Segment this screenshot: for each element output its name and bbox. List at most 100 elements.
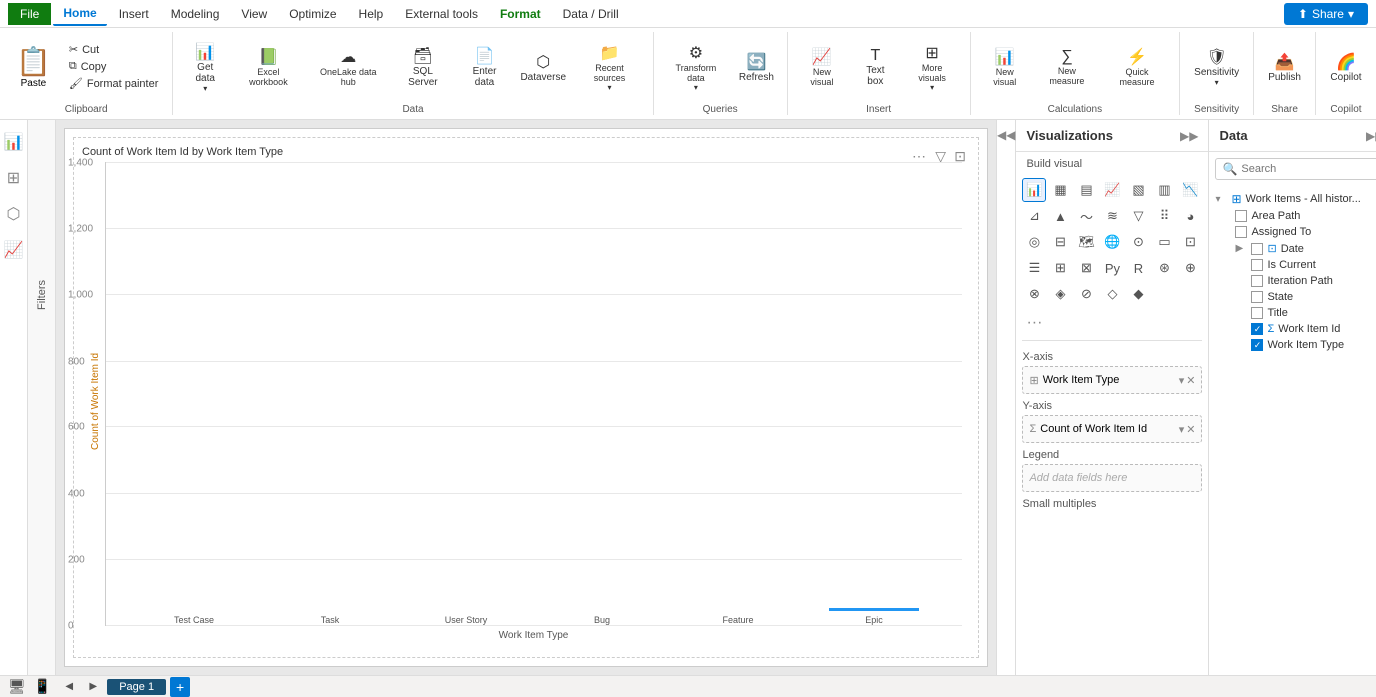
menu-modeling[interactable]: Modeling [161, 3, 230, 25]
paste-button[interactable]: 📋 Paste [8, 41, 59, 93]
tree-item-area-path[interactable]: Area Path [1215, 208, 1376, 224]
model-view-icon[interactable]: ⬡ [3, 200, 25, 228]
menu-optimize[interactable]: Optimize [279, 3, 346, 25]
mobile-view-icon[interactable]: 📱 [34, 678, 51, 695]
viz-donut-icon[interactable]: ◎ [1022, 230, 1046, 254]
viz-more4-icon[interactable]: ◇ [1100, 282, 1124, 306]
next-page-btn[interactable]: ▶ [83, 677, 103, 697]
viz-slicer-icon[interactable]: ☰ [1022, 256, 1046, 280]
quick-measure-button[interactable]: ⚡ Quick measure [1103, 43, 1171, 91]
share-button[interactable]: ⬆ Share ▾ [1284, 3, 1368, 25]
viz-ribbon-chart-icon[interactable]: 〜 [1074, 204, 1098, 228]
viz-table-icon[interactable]: ⊞ [1048, 256, 1072, 280]
viz-matrix-icon[interactable]: ⊠ [1074, 256, 1098, 280]
viz-bar-chart-icon[interactable]: 📊 [1022, 178, 1046, 202]
viz-stacked-area-icon[interactable]: ▲ [1048, 204, 1072, 228]
desktop-view-icon[interactable]: 🖥 [8, 678, 26, 695]
chart-container[interactable]: Count of Work Item Id by Work Item Type … [73, 137, 979, 658]
excel-workbook-button[interactable]: 📗 Excel workbook [233, 43, 304, 91]
viz-more-button[interactable]: ··· [1016, 310, 1208, 336]
viz-treemap-icon[interactable]: ⊟ [1048, 230, 1072, 254]
y-axis-expand-btn[interactable]: ▾ [1179, 423, 1185, 436]
add-page-button[interactable]: + [170, 677, 190, 697]
table-view-icon[interactable]: ⊞ [3, 164, 24, 192]
viz-custom4-icon[interactable]: ⊕ [1178, 256, 1202, 280]
viz-filled-map-icon[interactable]: 🌐 [1100, 230, 1124, 254]
format-painter-button[interactable]: 🖌 Format painter [63, 75, 165, 92]
menu-external-tools[interactable]: External tools [395, 3, 488, 25]
viz-collapse-left-icon[interactable]: ◀◀ [997, 128, 1015, 142]
copilot-button[interactable]: 🌈 Copilot [1324, 48, 1368, 87]
tree-checkbox-state[interactable] [1251, 291, 1263, 303]
tree-checkbox-is-current[interactable] [1251, 259, 1263, 271]
tree-checkbox-work-item-type[interactable]: ✓ [1251, 339, 1263, 351]
menu-format[interactable]: Format [490, 3, 551, 25]
x-axis-expand-btn[interactable]: ▾ [1179, 374, 1185, 387]
viz-line-chart-icon[interactable]: 📉 [1178, 178, 1202, 202]
viz-more2-icon[interactable]: ◈ [1048, 282, 1072, 306]
y-axis-box[interactable]: Σ Count of Work Item Id ▾ ✕ [1022, 415, 1202, 443]
tree-item-state[interactable]: State [1215, 289, 1376, 305]
tree-item-work-item-type[interactable]: ✓ Work Item Type [1215, 337, 1376, 353]
viz-funnel-icon[interactable]: ▽ [1126, 204, 1150, 228]
viz-card-icon[interactable]: ▭ [1152, 230, 1176, 254]
new-measure-button[interactable]: ∑ New measure [1035, 44, 1099, 90]
search-box[interactable]: 🔍 [1215, 158, 1376, 180]
menu-help[interactable]: Help [349, 3, 394, 25]
x-axis-remove-btn[interactable]: ✕ [1186, 374, 1195, 387]
cut-button[interactable]: ✂ Cut [63, 41, 165, 58]
new-visual-button[interactable]: 📈 New visual [796, 43, 848, 91]
viz-clustered-column-icon[interactable]: ▧ [1126, 178, 1150, 202]
refresh-button[interactable]: 🔄 Refresh [734, 48, 779, 87]
viz-more3-icon[interactable]: ⊘ [1074, 282, 1098, 306]
viz-custom2-icon[interactable]: R [1126, 256, 1150, 280]
viz-gauge-icon[interactable]: ⊙ [1126, 230, 1150, 254]
enter-data-button[interactable]: 📄 Enter data [457, 42, 512, 92]
tree-item-is-current[interactable]: Is Current [1215, 257, 1376, 273]
recent-sources-button[interactable]: 📁 Recent sources ▾ [574, 39, 644, 96]
legend-box[interactable]: Add data fields here [1022, 464, 1202, 492]
onelake-button[interactable]: ☁ OneLake data hub [308, 43, 389, 91]
sensitivity-button[interactable]: 🛡 Sensitivity ▾ [1188, 43, 1245, 91]
publish-button[interactable]: 📤 Publish [1262, 48, 1307, 87]
viz-custom3-icon[interactable]: ⊛ [1152, 256, 1176, 280]
viz-map-icon[interactable]: 🗺 [1074, 230, 1098, 254]
prev-page-btn[interactable]: ◀ [59, 677, 79, 697]
copy-button[interactable]: ⧉ Copy [63, 58, 165, 75]
menu-view[interactable]: View [231, 3, 277, 25]
search-input[interactable] [1241, 163, 1376, 175]
viz-pie-chart-icon[interactable]: ◕ [1178, 204, 1202, 228]
bar-epic[interactable] [829, 608, 919, 611]
viz-100pct-bar-icon[interactable]: ▤ [1074, 178, 1098, 202]
new-visual-calc-button[interactable]: 📊 New visual [979, 43, 1032, 91]
tree-item-date[interactable]: ▶ ⊡ Date [1215, 240, 1376, 257]
menu-file[interactable]: File [8, 3, 51, 25]
viz-more5-icon[interactable]: ◆ [1126, 282, 1150, 306]
tree-item-assigned-to[interactable]: Assigned To [1215, 224, 1376, 240]
x-axis-box[interactable]: ⊞ Work Item Type ▾ ✕ [1022, 366, 1202, 394]
viz-scatter-icon[interactable]: ⠿ [1152, 204, 1176, 228]
viz-panel-collapse-icon[interactable]: ▶▶ [1180, 129, 1198, 143]
sql-server-button[interactable]: 🗃 SQL Server [393, 42, 453, 92]
dataverse-button[interactable]: ⬡ Dataverse [516, 48, 570, 87]
tree-checkbox-date[interactable] [1251, 243, 1263, 255]
tree-checkbox-title[interactable] [1251, 307, 1263, 319]
viz-waterfall-icon[interactable]: ≋ [1100, 204, 1124, 228]
viz-more1-icon[interactable]: ⊗ [1022, 282, 1046, 306]
menu-data-drill[interactable]: Data / Drill [553, 3, 629, 25]
tree-checkbox-assigned-to[interactable] [1235, 226, 1247, 238]
transform-data-button[interactable]: ⚙ Transform data ▾ [662, 39, 730, 96]
tree-root-item[interactable]: ▾ ⊞ Work Items - All histor... [1215, 190, 1376, 208]
dax-query-icon[interactable]: 📈 [0, 236, 27, 264]
tree-checkbox-area-path[interactable] [1235, 210, 1247, 222]
report-view-icon[interactable]: 📊 [0, 128, 27, 156]
tree-item-iteration-path[interactable]: Iteration Path [1215, 273, 1376, 289]
viz-clustered-bar-icon[interactable]: ▦ [1048, 178, 1072, 202]
menu-home[interactable]: Home [53, 2, 106, 26]
y-axis-remove-btn[interactable]: ✕ [1186, 423, 1195, 436]
tree-checkbox-iteration-path[interactable] [1251, 275, 1263, 287]
tree-item-title[interactable]: Title [1215, 305, 1376, 321]
viz-column-chart-icon[interactable]: 📈 [1100, 178, 1124, 202]
tree-item-work-item-id[interactable]: ✓ Σ Work Item Id [1215, 321, 1376, 337]
viz-area-chart-icon[interactable]: ⊿ [1022, 204, 1046, 228]
